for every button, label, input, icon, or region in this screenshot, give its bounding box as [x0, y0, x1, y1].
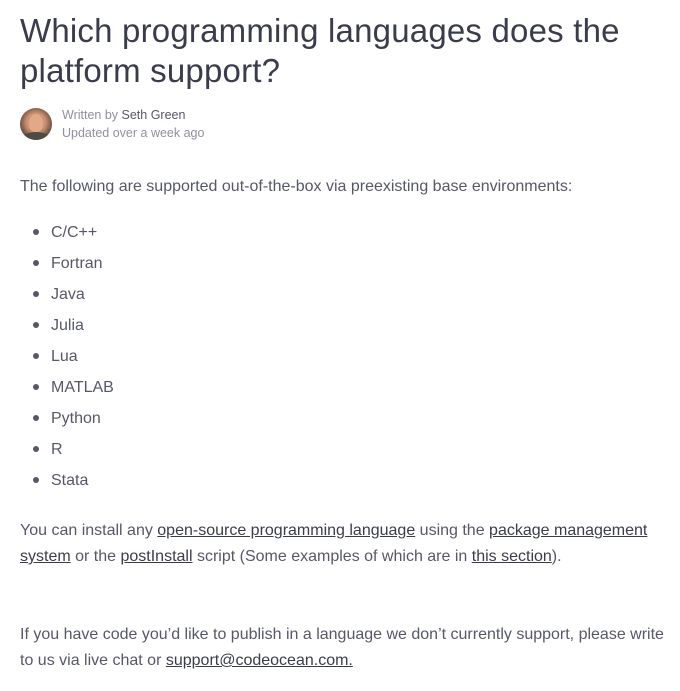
language-item: Stata: [33, 465, 114, 496]
install-mid3: script (Some examples of which are in: [192, 548, 472, 565]
language-item: Julia: [33, 310, 114, 341]
open-source-language-link[interactable]: open-source programming language: [157, 522, 415, 539]
article-title: Which programming languages does the pla…: [20, 12, 620, 89]
written-by-line: Written by Seth Green: [62, 106, 204, 124]
meta-text: Written by Seth Green Updated over a wee…: [62, 106, 204, 142]
language-item: C/C++: [33, 217, 114, 248]
intro-paragraph: The following are supported out-of-the-b…: [20, 178, 573, 195]
author-avatar: [20, 108, 52, 140]
install-suffix: ).: [551, 548, 562, 565]
author-name: Seth Green: [121, 108, 186, 122]
language-list: C/C++ Fortran Java Julia Lua MATLAB Pyth…: [20, 217, 114, 496]
written-by-prefix: Written by: [62, 108, 122, 122]
language-item: Python: [33, 403, 114, 434]
author-meta: Written by Seth Green Updated over a wee…: [20, 108, 204, 140]
contact-paragraph: If you have code you’d like to publish i…: [20, 622, 670, 674]
install-mid2: or the: [70, 548, 121, 565]
updated-text: Updated over a week ago: [62, 126, 205, 140]
this-section-link[interactable]: this section: [472, 548, 552, 565]
install-paragraph: You can install any open-source programm…: [20, 518, 670, 570]
avatar-shirt: [22, 132, 50, 140]
avatar-face: [29, 114, 43, 132]
language-item: R: [33, 434, 114, 465]
language-item: Fortran: [33, 248, 114, 279]
install-prefix: You can install any: [20, 522, 158, 539]
install-mid1: using the: [415, 522, 490, 539]
postinstall-link[interactable]: postInstall: [120, 548, 192, 565]
language-item: MATLAB: [33, 372, 114, 403]
language-item: Java: [33, 279, 114, 310]
support-email-link[interactable]: support@codeocean.com.: [166, 652, 353, 669]
language-item: Lua: [33, 341, 114, 372]
article: Which programming languages does the pla…: [20, 0, 670, 669]
